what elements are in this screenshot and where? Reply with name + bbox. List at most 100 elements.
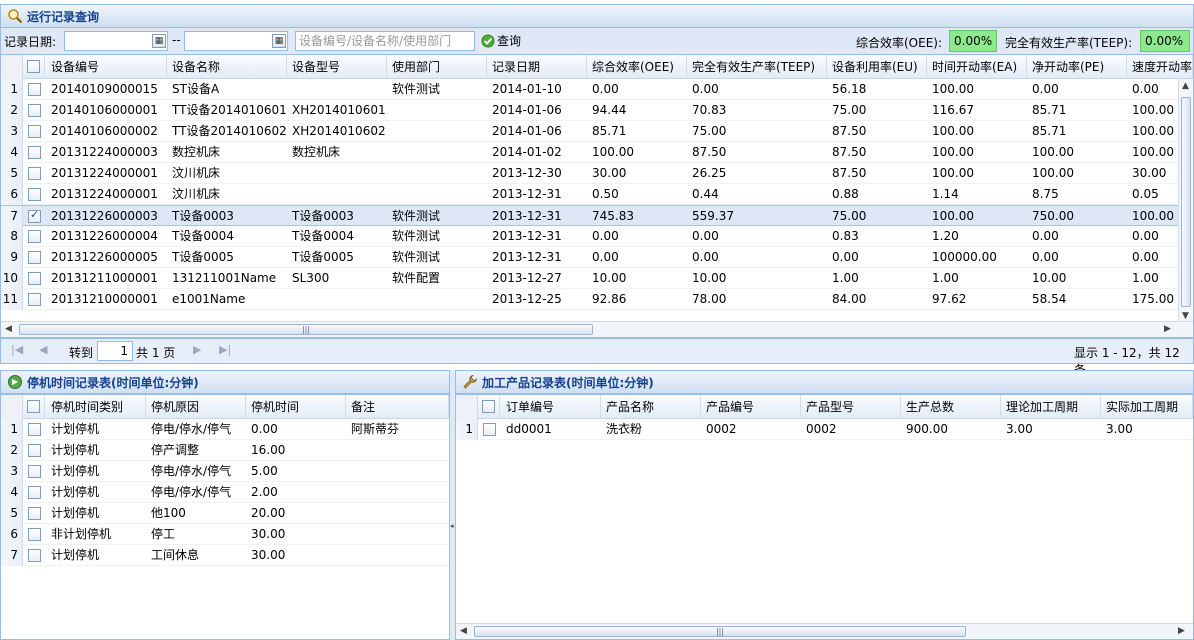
col-product-no[interactable]: 产品编号 (701, 395, 801, 419)
table-cell: 2014-01-06 (492, 103, 562, 117)
row-checkbox[interactable] (28, 486, 41, 499)
collapse-icon[interactable]: ◂ (450, 522, 454, 530)
row-checkbox[interactable] (28, 423, 41, 436)
row-checkbox[interactable] (28, 293, 41, 306)
table-row[interactable]: 6 非计划停机 停工 30.00 (1, 524, 449, 545)
col-pe[interactable]: 净开动率(PE) (1027, 55, 1127, 79)
row-checkbox[interactable] (28, 465, 41, 478)
row-checkbox[interactable] (28, 146, 41, 159)
scroll-right-icon[interactable]: ▶ (1178, 626, 1185, 636)
row-checkbox[interactable] (28, 549, 41, 562)
start-date-input[interactable]: ▦ (64, 31, 168, 51)
col-record-date[interactable]: 记录日期 (487, 55, 587, 79)
product-horizontal-scrollbar[interactable]: ◀ ||| ▶ (456, 623, 1193, 639)
table-row[interactable]: 8 20131226000004 T设备0004 T设备0004 软件测试 2013-12… (1, 226, 1178, 247)
table-row[interactable]: 4 计划停机 停电/停水/停气 2.00 (1, 482, 449, 503)
row-checkbox[interactable] (28, 167, 41, 180)
col-remark[interactable]: 备注 (346, 395, 449, 419)
table-row[interactable]: 1 dd0001 洗衣粉 0002 0002 900.00 3.00 3.00 (456, 419, 1193, 440)
col-device-name[interactable]: 设备名称 (167, 55, 287, 79)
row-checkbox[interactable] (28, 125, 41, 138)
main-panel-header: 运行记录查询 (0, 4, 1194, 28)
table-row[interactable]: 10 20131211000001 131211001Name SL300 软件配置 20… (1, 268, 1178, 289)
select-all-checkbox[interactable] (482, 400, 495, 413)
search-input[interactable]: 设备编号/设备名称/使用部门 (295, 31, 475, 51)
row-number: 5 (1, 503, 23, 524)
scroll-thumb[interactable]: ||| (19, 324, 593, 335)
table-row[interactable]: 7 20131226000003 T设备0003 T设备0003 软件测试 2013-12… (1, 205, 1178, 227)
first-page-icon[interactable]: |◀ (11, 343, 23, 356)
next-page-icon[interactable]: ▶ (193, 343, 201, 356)
page-number-input[interactable]: 1 (97, 341, 133, 361)
table-cell: e1001Name (172, 292, 246, 306)
table-row[interactable]: 3 计划停机 停电/停水/停气 5.00 (1, 461, 449, 482)
table-row[interactable]: 1 计划停机 停电/停水/停气 0.00 阿斯蒂芬 (1, 419, 449, 440)
col-oee[interactable]: 综合效率(OEE) (587, 55, 687, 79)
scroll-thumb[interactable] (1181, 97, 1191, 307)
last-page-icon[interactable]: ▶| (219, 343, 231, 356)
col-downtime-duration[interactable]: 停机时间 (246, 395, 346, 419)
col-order-no[interactable]: 订单编号 (501, 395, 601, 419)
end-date-input[interactable]: ▦ (184, 31, 288, 51)
col-teep[interactable]: 完全有效生产率(TEEP) (687, 55, 827, 79)
row-checkbox[interactable] (28, 83, 41, 96)
scroll-right-icon[interactable]: ▶ (1164, 324, 1171, 334)
scroll-down-icon[interactable]: ▼ (1182, 311, 1189, 321)
calendar-icon[interactable]: ▦ (152, 34, 166, 48)
table-row[interactable]: 9 20131226000005 T设备0005 T设备0005 软件测试 2013-12… (1, 247, 1178, 268)
col-ea[interactable]: 时间开动率(EA) (927, 55, 1027, 79)
table-row[interactable]: 2 20140106000001 TT设备2014010601 XH201401060… (1, 100, 1178, 121)
main-horizontal-scrollbar[interactable]: ◀ ||| ▶ (1, 321, 1193, 337)
table-cell: 他100 (151, 506, 186, 520)
table-row[interactable]: 5 20131224000001 汶川机床 2013-12-30 30.00 26.25 8… (1, 163, 1178, 184)
row-checkbox[interactable] (28, 251, 41, 264)
row-checkbox[interactable] (28, 188, 41, 201)
calendar-icon[interactable]: ▦ (272, 34, 286, 48)
table-cell: 750.00 (1032, 209, 1074, 223)
table-row[interactable]: 5 计划停机 他100 20.00 (1, 503, 449, 524)
col-department[interactable]: 使用部门 (387, 55, 487, 79)
row-checkbox[interactable] (28, 528, 41, 541)
col-device-model[interactable]: 设备型号 (287, 55, 387, 79)
main-panel-title: 运行记录查询 (27, 9, 100, 24)
col-theoretical-cycle[interactable]: 理论加工周期 (1001, 395, 1101, 419)
col-product-name[interactable]: 产品名称 (601, 395, 701, 419)
col-actual-cycle[interactable]: 实际加工周期 (1101, 395, 1193, 419)
table-row[interactable]: 1 20140109000015 ST设备A 软件测试 2014-01-10 0.00 0.… (1, 79, 1178, 100)
col-speed[interactable]: 速度开动率 (1127, 55, 1193, 79)
row-checkbox[interactable] (28, 104, 41, 117)
table-row[interactable]: 2 计划停机 停产调整 16.00 (1, 440, 449, 461)
scroll-up-icon[interactable]: ▲ (1182, 81, 1189, 91)
col-eu[interactable]: 设备利用率(EU) (827, 55, 927, 79)
table-row[interactable]: 6 20131224000001 汶川机床 2013-12-31 0.50 0.44 0.8… (1, 184, 1178, 205)
select-all-checkbox[interactable] (27, 400, 40, 413)
prev-page-icon[interactable]: ◀ (39, 343, 47, 356)
col-downtime-type[interactable]: 停机时间类别 (46, 395, 146, 419)
row-checkbox[interactable] (28, 272, 41, 285)
col-device-no[interactable]: 设备编号 (46, 55, 167, 79)
row-checkbox[interactable] (28, 230, 41, 243)
row-checkbox[interactable] (28, 444, 41, 457)
table-cell: 10.00 (1032, 271, 1067, 285)
query-button[interactable]: 查询 (481, 32, 521, 49)
table-cell: 0.50 (592, 187, 619, 201)
col-downtime-reason[interactable]: 停机原因 (146, 395, 246, 419)
row-checkbox[interactable] (28, 208, 41, 223)
table-row[interactable]: 7 计划停机 工间休息 30.00 (1, 545, 449, 566)
row-checkbox[interactable] (28, 507, 41, 520)
scroll-thumb[interactable]: ||| (474, 626, 966, 637)
table-row[interactable]: 4 20131224000003 数控机床 数控机床 2014-01-02 100.00 8… (1, 142, 1178, 163)
table-cell: 软件测试 (392, 209, 441, 223)
select-all-checkbox[interactable] (27, 60, 40, 73)
table-row[interactable]: 3 20140106000002 TT设备2014010602 XH201401060… (1, 121, 1178, 142)
table-cell: 0.00 (592, 82, 619, 96)
table-cell: T设备0005 (172, 250, 234, 264)
scroll-left-icon[interactable]: ◀ (5, 324, 12, 334)
col-total-produced[interactable]: 生产总数 (901, 395, 1001, 419)
row-checkbox[interactable] (483, 423, 496, 436)
col-product-model[interactable]: 产品型号 (801, 395, 901, 419)
table-row[interactable]: 11 20131210000001 e1001Name 2013-12-25 92.86… (1, 289, 1178, 310)
main-vertical-scrollbar[interactable]: ▲ ▼ (1178, 79, 1193, 321)
table-cell: 30.00 (592, 166, 627, 180)
scroll-left-icon[interactable]: ◀ (460, 626, 467, 636)
